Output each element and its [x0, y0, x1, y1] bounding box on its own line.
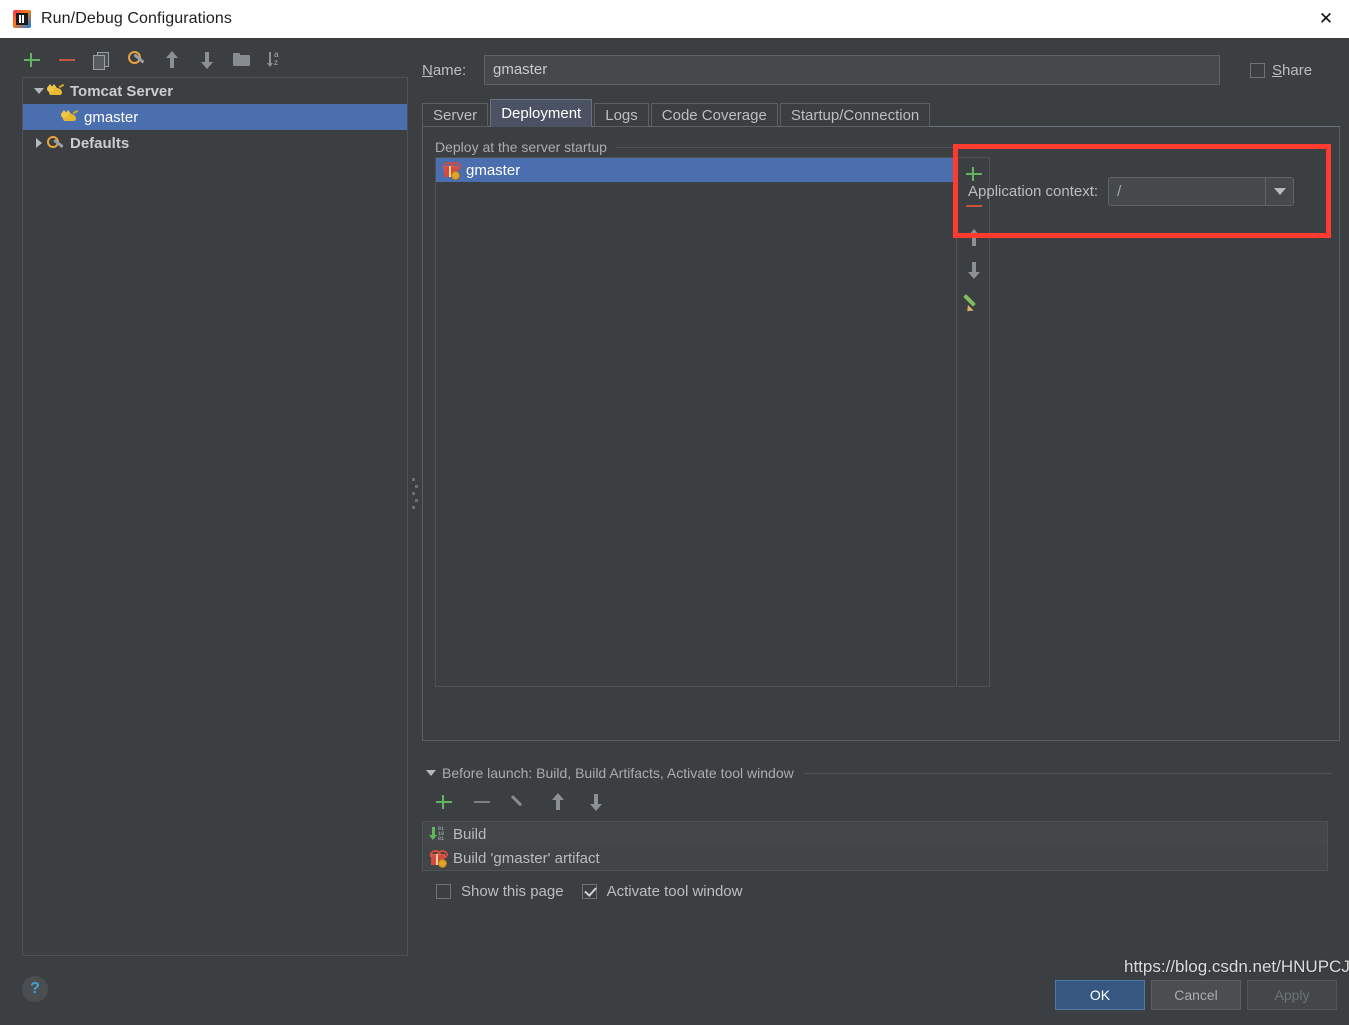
- tab-code-coverage[interactable]: Code Coverage: [650, 103, 778, 127]
- edit-artifact-button[interactable]: [962, 292, 984, 315]
- configuration-editor-panel: Name: gmaster Share Server Deployment Lo…: [422, 43, 1340, 958]
- dialog-buttons: OK Cancel Apply: [1055, 980, 1337, 1010]
- deploy-group-label: Deploy at the server startup: [435, 139, 615, 155]
- cancel-button[interactable]: Cancel: [1151, 980, 1241, 1010]
- task-label: Build: [453, 825, 487, 843]
- splitter-grip-icon[interactable]: [412, 478, 418, 509]
- share-label: Share: [1272, 61, 1313, 79]
- edit-defaults-button[interactable]: [127, 50, 147, 70]
- share-checkbox[interactable]: [1250, 62, 1265, 78]
- configurations-tree[interactable]: Tomcat Server gmaster Defaults: [22, 77, 408, 956]
- gear-icon: [47, 135, 65, 151]
- show-this-page-checkbox[interactable]: [436, 884, 451, 899]
- before-launch-task-list[interactable]: 01 10 01 Build Build 'gmaster' artifact: [422, 821, 1328, 871]
- application-context-label: Application context:: [968, 183, 1099, 200]
- remove-task-button[interactable]: [472, 792, 492, 812]
- application-context-combobox[interactable]: /: [1108, 177, 1295, 206]
- move-task-up-button[interactable]: [548, 792, 568, 812]
- tree-item-tomcat-server[interactable]: Tomcat Server: [23, 78, 407, 104]
- close-icon[interactable]: ✕: [1303, 0, 1349, 37]
- activate-tool-window-label: Activate tool window: [606, 883, 743, 900]
- ok-button[interactable]: OK: [1055, 980, 1145, 1010]
- move-artifact-down-button[interactable]: [964, 260, 984, 280]
- move-up-button[interactable]: [162, 50, 182, 70]
- create-folder-button[interactable]: [232, 50, 252, 70]
- tomcat-icon: [61, 109, 79, 125]
- add-configuration-button[interactable]: [22, 50, 42, 70]
- tree-item-label: gmaster: [84, 108, 139, 126]
- expand-collapse-icon[interactable]: [31, 88, 47, 94]
- before-launch-task-row[interactable]: 01 10 01 Build: [423, 822, 1327, 846]
- move-artifact-up-button[interactable]: [964, 228, 984, 248]
- tab-startup-connection[interactable]: Startup/Connection: [779, 103, 931, 127]
- dialog-body: az Tomcat Server gmaster Defaults Name: …: [0, 38, 1349, 1010]
- configurations-sidebar: az Tomcat Server gmaster Defaults: [8, 43, 408, 958]
- window-titlebar: Run/Debug Configurations ✕: [0, 0, 1349, 39]
- deployment-artifacts-list[interactable]: gmaster: [435, 157, 957, 687]
- activate-tool-window-checkbox[interactable]: [581, 884, 597, 899]
- help-question-icon[interactable]: ?: [22, 976, 48, 1002]
- before-launch-toolbar: [422, 787, 1340, 817]
- intellij-idea-icon: [13, 10, 31, 28]
- move-down-button[interactable]: [197, 50, 217, 70]
- tree-item-label: Tomcat Server: [70, 82, 174, 100]
- sort-configurations-button[interactable]: az: [267, 50, 287, 70]
- deployment-list-item[interactable]: gmaster: [436, 158, 956, 182]
- before-launch-options: Show this page Activate tool window: [422, 883, 1340, 900]
- watermark-text: https://blog.csdn.net/HNUPCJ: [1124, 957, 1349, 976]
- before-launch-header[interactable]: Before launch: Build, Build Artifacts, A…: [422, 765, 1340, 781]
- remove-configuration-button[interactable]: [57, 50, 77, 70]
- before-launch-title: Before launch: Build, Build Artifacts, A…: [442, 765, 794, 781]
- task-label: Build 'gmaster' artifact: [453, 849, 600, 867]
- name-row: Name: gmaster Share: [422, 53, 1340, 87]
- deployment-item-label: gmaster: [466, 161, 521, 179]
- copy-configuration-button[interactable]: [92, 50, 112, 70]
- build-icon: 01 10 01: [429, 826, 447, 842]
- panel-splitter[interactable]: [408, 43, 422, 958]
- tab-server[interactable]: Server: [422, 103, 489, 127]
- application-context-value[interactable]: /: [1109, 183, 1265, 200]
- apply-button: Apply: [1247, 980, 1337, 1010]
- show-this-page-label: Show this page: [461, 883, 564, 900]
- tree-item-gmaster[interactable]: gmaster: [23, 104, 407, 130]
- sidebar-toolbar: az: [8, 43, 408, 77]
- before-launch-section: Before launch: Build, Build Artifacts, A…: [422, 765, 1340, 900]
- name-input[interactable]: gmaster: [484, 55, 1220, 85]
- move-task-down-button[interactable]: [586, 792, 606, 812]
- artifact-icon: [429, 850, 448, 868]
- application-context-row: Application context: /: [968, 177, 1295, 206]
- expand-collapse-icon[interactable]: [31, 138, 47, 148]
- chevron-down-icon[interactable]: [1265, 178, 1293, 205]
- deployment-tab-content: Deploy at the server startup gmaster App…: [422, 126, 1340, 741]
- tomcat-icon: [47, 83, 65, 99]
- artifact-icon: [442, 162, 461, 180]
- before-launch-task-row[interactable]: Build 'gmaster' artifact: [423, 846, 1327, 870]
- tab-deployment[interactable]: Deployment: [490, 99, 593, 127]
- tree-item-label: Defaults: [70, 134, 130, 152]
- window-title: Run/Debug Configurations: [41, 10, 232, 27]
- edit-task-button[interactable]: [510, 792, 530, 812]
- name-label: Name:: [422, 61, 467, 79]
- share-checkbox-group[interactable]: Share: [1250, 62, 1340, 79]
- tab-logs[interactable]: Logs: [594, 103, 649, 127]
- tree-item-defaults[interactable]: Defaults: [23, 130, 407, 156]
- header-divider: [803, 772, 1332, 774]
- editor-tabs[interactable]: Server Deployment Logs Code Coverage Sta…: [422, 99, 1340, 127]
- collapse-icon[interactable]: [426, 770, 436, 776]
- add-task-button[interactable]: [434, 792, 454, 812]
- deployment-list-toolbar: [958, 157, 990, 687]
